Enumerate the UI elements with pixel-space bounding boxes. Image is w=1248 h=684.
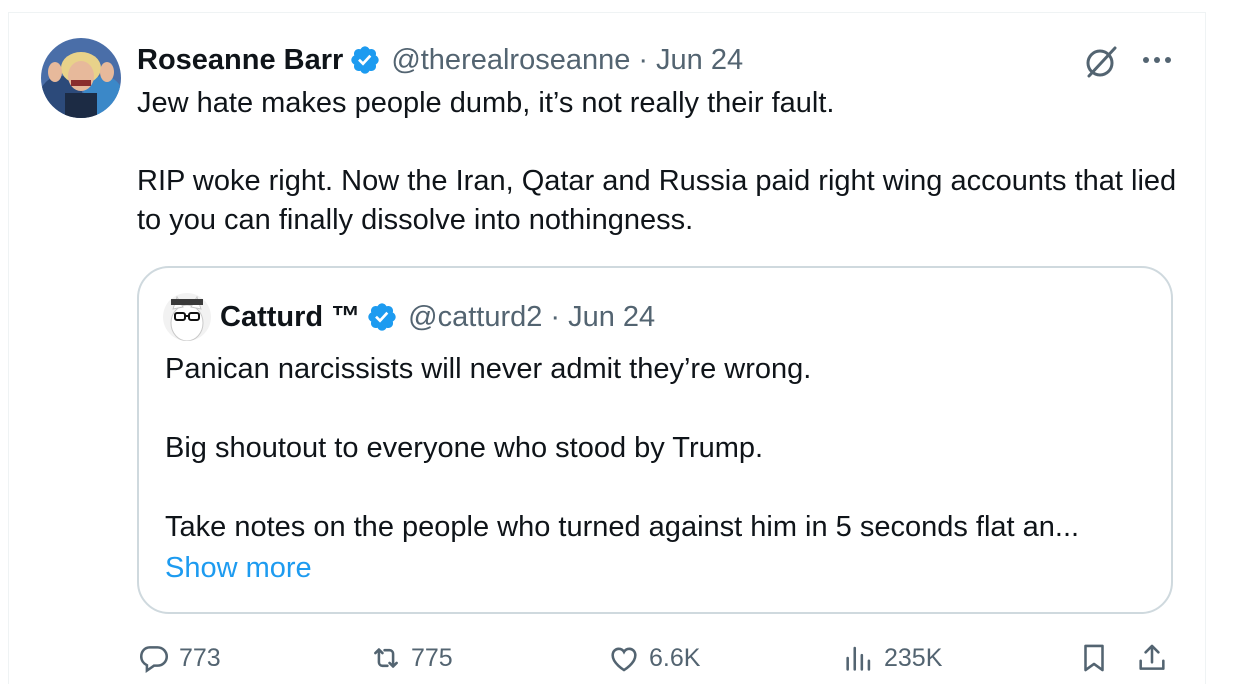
tweet-actions: 773 775 6.6K 235K <box>137 636 1177 680</box>
quoted-author-handle[interactable]: @catturd2 <box>408 301 542 334</box>
quoted-paragraph: Panican narcissists will never admit the… <box>165 353 812 385</box>
quoted-paragraph: Big shoutout to everyone who stood by Tr… <box>165 432 764 464</box>
bookmark-button[interactable] <box>1077 636 1119 680</box>
tweet-date[interactable]: Jun 24 <box>656 44 743 77</box>
reply-icon <box>139 646 169 674</box>
author-handle[interactable]: @therealroseanne <box>391 44 630 77</box>
header-separator: · <box>638 43 649 76</box>
author-avatar[interactable] <box>41 38 121 118</box>
view-count: 235K <box>884 643 943 672</box>
share-button[interactable] <box>1135 636 1177 680</box>
tweet-header: Roseanne Barr @therealroseanne · Jun 24 <box>137 40 743 80</box>
share-icon <box>1139 644 1165 670</box>
quoted-tweet[interactable]: Catturd ™ @catturd2 · Jun 24 Panican nar… <box>137 266 1173 614</box>
more-icon[interactable] <box>1139 46 1175 74</box>
reply-count: 773 <box>179 643 221 672</box>
verified-badge-icon <box>349 44 381 76</box>
repost-button[interactable]: 775 <box>369 636 453 680</box>
verified-badge-icon <box>366 301 398 333</box>
quoted-author-avatar[interactable] <box>163 293 211 341</box>
bookmark-icon <box>1084 644 1104 672</box>
like-button[interactable]: 6.6K <box>607 636 700 680</box>
tweet-paragraph: RIP woke right. Now the Iran, Qatar and … <box>137 165 1177 236</box>
reply-button[interactable]: 773 <box>137 636 221 680</box>
quoted-tweet-text: Panican narcissists will never admit the… <box>165 350 1155 547</box>
like-count: 6.6K <box>649 643 701 672</box>
views-icon <box>846 646 871 671</box>
tweet-text: Jew hate makes people dumb, it’s not rea… <box>137 84 1177 240</box>
quoted-paragraph: Take notes on the people who turned agai… <box>165 511 1080 543</box>
repost-icon <box>374 648 398 668</box>
tweet-paragraph: Jew hate makes people dumb, it’s not rea… <box>137 87 835 119</box>
repost-count: 775 <box>411 643 453 672</box>
quoted-author-name[interactable]: Catturd ™ <box>220 301 360 334</box>
quoted-tweet-date[interactable]: Jun 24 <box>568 301 655 334</box>
views-button[interactable]: 235K <box>842 636 942 680</box>
quoted-tweet-header: Catturd ™ @catturd2 · Jun 24 <box>163 293 655 341</box>
quoted-header-separator: · <box>550 300 561 333</box>
grok-icon[interactable] <box>1083 44 1119 80</box>
author-name[interactable]: Roseanne Barr <box>137 44 343 77</box>
like-icon <box>611 647 637 672</box>
show-more-link[interactable]: Show more <box>165 552 312 585</box>
